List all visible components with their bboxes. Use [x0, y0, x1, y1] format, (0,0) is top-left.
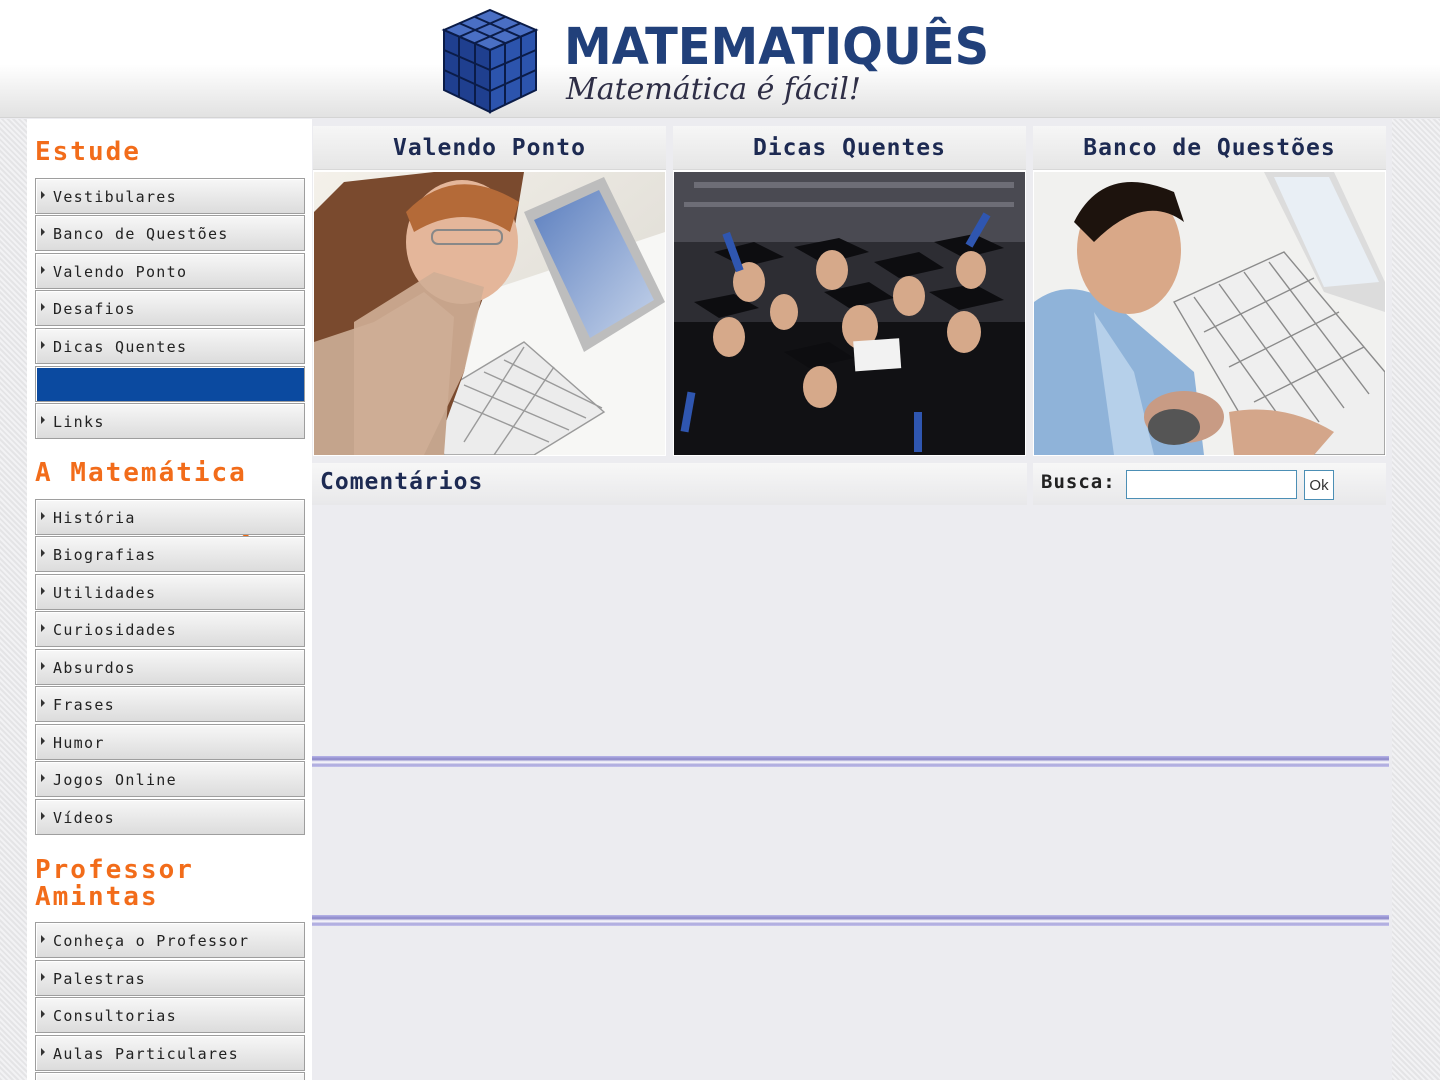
- sidebar-item-palestras[interactable]: Palestras: [35, 960, 305, 996]
- sidebar-item-dicas-quentes[interactable]: Dicas Quentes: [35, 328, 305, 364]
- comments-header: Comentários: [312, 463, 1027, 505]
- section-title-professor-amintas: Professor Amintas: [35, 857, 194, 911]
- card-dicas-quentes: Dicas Quentes: [673, 126, 1026, 456]
- sidebar-item-label: Desafios: [53, 300, 136, 318]
- arrow-right-icon: [41, 812, 45, 820]
- sidebar-item-label: Humor: [53, 734, 105, 752]
- rubik-cube-logo-icon[interactable]: [440, 8, 540, 114]
- sidebar-item-label: Curiosidades: [53, 621, 177, 639]
- sidebar-item-banco-de-questoes[interactable]: Banco de Questões: [35, 215, 305, 251]
- arrow-right-icon: [41, 699, 45, 707]
- search-input[interactable]: [1126, 470, 1297, 499]
- comments-title: Comentários: [320, 469, 484, 495]
- sidebar-item-label: Palestras: [53, 970, 146, 988]
- arrow-right-icon: [41, 935, 45, 943]
- section-divider: [312, 915, 1389, 926]
- sidebar-item-label: Vídeos: [53, 809, 115, 827]
- sidebar-item-frases[interactable]: Frases: [35, 686, 305, 722]
- sidebar-item-label: Dicas Quentes: [53, 338, 188, 356]
- card-title[interactable]: Banco de Questões: [1033, 126, 1386, 170]
- sidebar-item-label: Conheça o Professor: [53, 932, 250, 950]
- woman-with-laptop-image[interactable]: [314, 172, 665, 455]
- arrow-right-icon: [41, 1010, 45, 1018]
- site-header: MATEMATIQUÊS Matemática é fácil!: [0, 0, 1440, 118]
- arrow-right-icon: [41, 512, 45, 520]
- arrow-right-icon: [41, 191, 45, 199]
- arrow-right-icon: [41, 774, 45, 782]
- arrow-right-icon: [41, 662, 45, 670]
- sidebar-item-label: Banco de Questões: [53, 225, 229, 243]
- sidebar-item-label: História: [53, 509, 136, 527]
- arrow-right-icon: [41, 973, 45, 981]
- arrow-right-icon: [41, 266, 45, 274]
- right-pattern-strip: [1392, 119, 1440, 1080]
- sidebar: Estude Vestibulares Banco de Questões Va…: [27, 119, 312, 1080]
- man-at-computer-image[interactable]: [1034, 172, 1385, 455]
- sidebar-item-biografias[interactable]: Biografias: [35, 536, 305, 572]
- sidebar-item-desafios[interactable]: Desafios: [35, 290, 305, 326]
- sidebar-item-videos[interactable]: Vídeos: [35, 799, 305, 835]
- sidebar-item-valendo-ponto[interactable]: Valendo Ponto: [35, 253, 305, 289]
- search-bar: Busca: Ok: [1033, 463, 1386, 505]
- sidebar-item-label: Links: [53, 413, 105, 431]
- sidebar-item-jogos-online[interactable]: Jogos Online: [35, 761, 305, 797]
- card-title[interactable]: Dicas Quentes: [673, 126, 1026, 170]
- arrow-right-icon: [41, 587, 45, 595]
- arrow-right-icon: [41, 1048, 45, 1056]
- sidebar-item-label: Valendo Ponto: [53, 263, 188, 281]
- sidebar-item-utilidades[interactable]: Utilidades: [35, 574, 305, 610]
- section-title-line: Amintas: [35, 882, 159, 912]
- sidebar-item-consultorias[interactable]: Consultorias: [35, 997, 305, 1033]
- sidebar-item-label: Jogos Online: [53, 771, 177, 789]
- sidebar-item-aulas-particulares[interactable]: Aulas Particulares: [35, 1035, 305, 1071]
- section-title-estude: Estude: [35, 137, 141, 167]
- arrow-right-icon: [41, 624, 45, 632]
- graduates-celebrating-image[interactable]: [674, 172, 1025, 455]
- card-banco-de-questoes: Banco de Questões: [1033, 126, 1386, 456]
- site-title[interactable]: MATEMATIQUÊS: [564, 18, 989, 77]
- arrow-right-icon: [41, 737, 45, 745]
- main-content: Valendo Ponto Dicas Quentes Banco de Que…: [312, 119, 1392, 1080]
- sidebar-item-historia[interactable]: História: [35, 499, 305, 535]
- card-title[interactable]: Valendo Ponto: [313, 126, 666, 170]
- arrow-right-icon: [41, 549, 45, 557]
- sidebar-item-highlighted[interactable]: [35, 366, 305, 402]
- sidebar-item-label: Consultorias: [53, 1007, 177, 1025]
- sidebar-item-curiosidades[interactable]: Curiosidades: [35, 611, 305, 647]
- left-pattern-strip: [0, 119, 27, 1080]
- sidebar-item-links[interactable]: Links: [35, 403, 305, 439]
- sidebar-item-vestibulares[interactable]: Vestibulares: [35, 178, 305, 214]
- section-divider: [312, 756, 1389, 767]
- arrow-right-icon: [41, 228, 45, 236]
- search-ok-button[interactable]: Ok: [1304, 470, 1334, 500]
- sidebar-item-absurdos[interactable]: Absurdos: [35, 649, 305, 685]
- sidebar-item-label: Utilidades: [53, 584, 157, 602]
- sidebar-item-label: Frases: [53, 696, 115, 714]
- sidebar-item-humor[interactable]: Humor: [35, 724, 305, 760]
- site-tagline: Matemática é fácil!: [566, 72, 861, 107]
- sidebar-item-label: Vestibulares: [53, 188, 177, 206]
- section-title-a-matematica: A Matemática: [35, 458, 247, 488]
- section-title-line: Professor: [35, 855, 194, 885]
- arrow-right-icon: [41, 416, 45, 424]
- sidebar-item-label: Biografias: [53, 546, 157, 564]
- search-label: Busca:: [1041, 471, 1116, 493]
- sidebar-item-next[interactable]: [35, 1072, 305, 1080]
- arrow-right-icon: [41, 303, 45, 311]
- sidebar-item-label: Aulas Particulares: [53, 1045, 239, 1063]
- sidebar-item-label: Absurdos: [53, 659, 136, 677]
- sidebar-item-conheca-o-professor[interactable]: Conheça o Professor: [35, 922, 305, 958]
- arrow-right-icon: [41, 341, 45, 349]
- card-valendo-ponto: Valendo Ponto: [313, 126, 666, 456]
